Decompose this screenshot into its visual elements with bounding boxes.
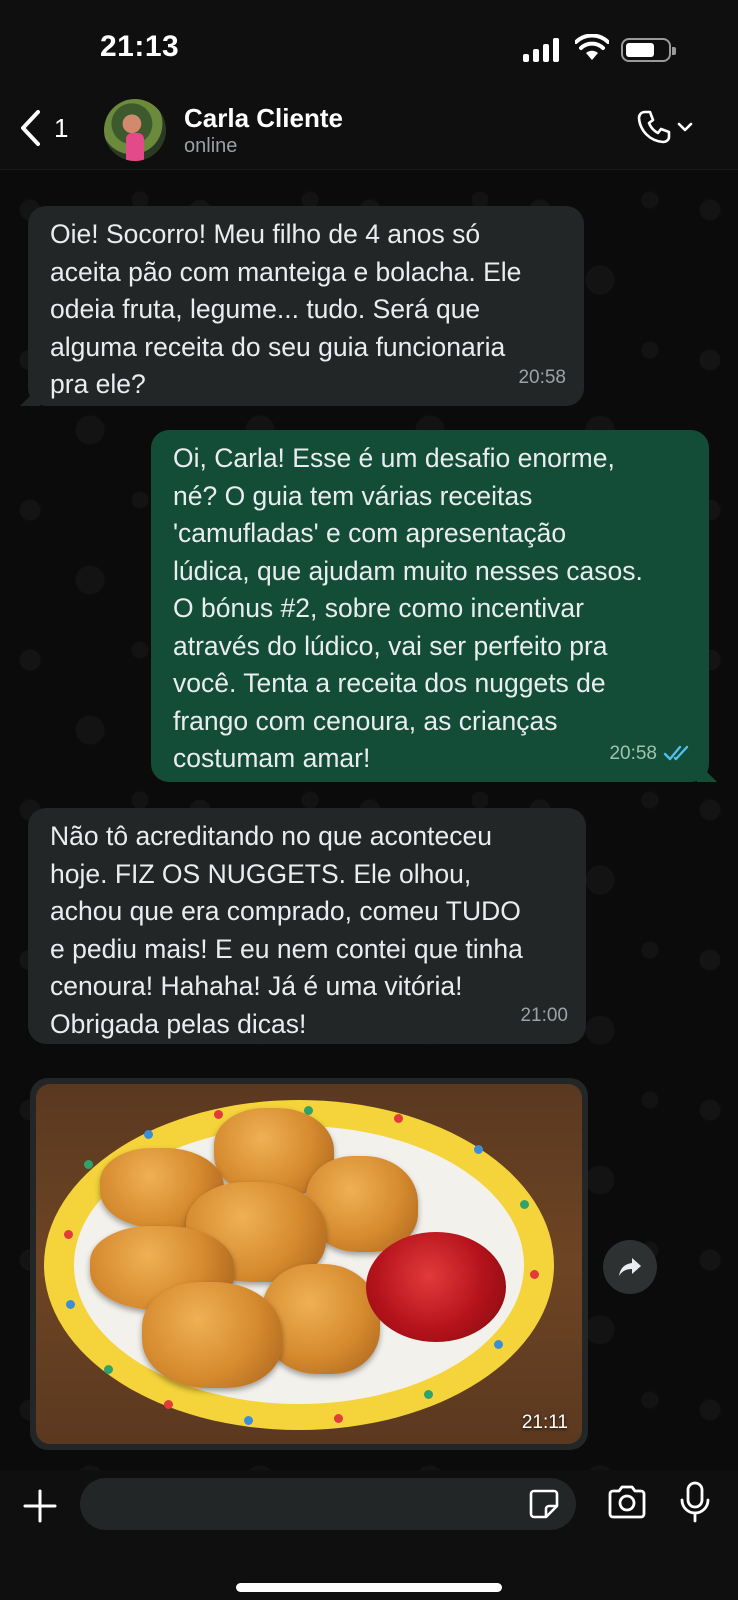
battery-icon [621,38,676,62]
microphone-icon[interactable] [678,1480,712,1524]
message-text: Oie! Socorro! Meu filho de 4 anos só ace… [50,219,522,399]
forward-button[interactable] [603,1240,657,1294]
phone-icon [637,110,671,144]
message-meta: 20:58 [609,735,691,773]
message-time: 20:58 [518,366,566,388]
double-check-read-icon [663,746,689,761]
message-time: 21:11 [521,1412,568,1433]
chevron-left-icon [21,110,40,146]
home-indicator[interactable] [236,1583,502,1592]
message-meta: 21:00 [520,997,568,1035]
call-button[interactable] [636,109,694,145]
nuggets-photo[interactable]: 21:11 [36,1084,582,1444]
back-button[interactable]: 1 [18,109,68,147]
message-input-field[interactable] [80,1478,576,1530]
message-outgoing[interactable]: Oi, Carla! Esse é um desafio enorme, né?… [151,430,717,782]
message-incoming[interactable]: Não tô acreditando no que aconteceu hoje… [28,808,586,1044]
message-meta: 20:58 [518,359,566,397]
plus-icon[interactable] [22,1488,58,1524]
message-text: Oi, Carla! Esse é um desafio enorme, né?… [173,443,643,773]
ketchup [366,1232,506,1342]
input-bar [0,1470,738,1600]
message-time: 21:00 [520,1004,568,1026]
contact-name[interactable]: Carla Cliente [184,103,343,134]
contact-status: online [184,135,238,157]
chevron-down-icon [677,122,693,132]
cellular-signal-icon [523,38,561,62]
wifi-icon [575,34,609,60]
forward-icon [619,1258,641,1276]
unread-count: 1 [54,112,69,143]
chat-area[interactable]: Oie! Socorro! Meu filho de 4 anos só ace… [0,170,738,1470]
sticker-icon[interactable] [528,1488,560,1520]
status-time: 21:13 [100,30,180,63]
message-incoming[interactable]: Oie! Socorro! Meu filho de 4 anos só ace… [20,206,584,406]
status-bar: 21:13 [0,0,738,95]
chat-header: 1 Carla Cliente online [0,95,738,170]
message-time: 20:58 [609,742,657,764]
message-input[interactable] [80,1478,500,1530]
image-message[interactable]: 21:11 [30,1078,588,1450]
message-text: Não tô acreditando no que aconteceu hoje… [50,821,523,1039]
avatar[interactable] [104,99,166,161]
nugget [142,1282,282,1388]
camera-icon[interactable] [606,1484,648,1520]
